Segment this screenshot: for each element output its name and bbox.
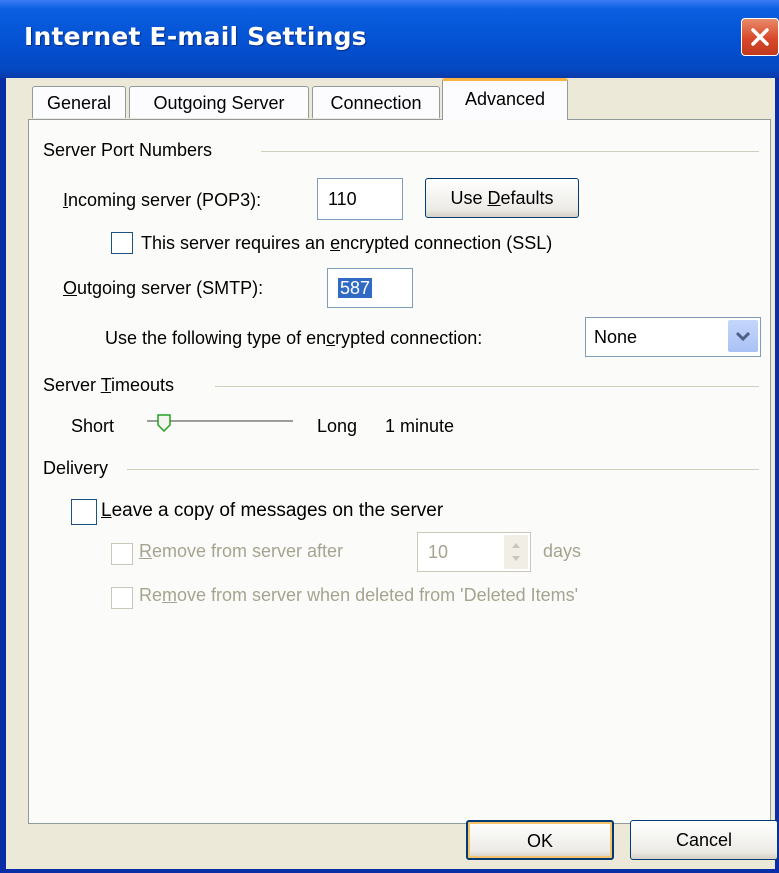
chevron-down-icon (736, 331, 750, 341)
close-icon (751, 28, 769, 46)
encryption-type-select[interactable]: None (585, 317, 761, 357)
remove-deleted-label: Remove from server when deleted from 'De… (139, 585, 579, 605)
days-label: days (543, 541, 582, 561)
timeout-long-label: Long (317, 416, 358, 436)
remove-after-checkbox[interactable] (111, 543, 133, 565)
cancel-button[interactable]: Cancel (630, 820, 778, 860)
timeout-value: 1 minute (385, 416, 455, 436)
dropdown-button[interactable] (728, 320, 758, 352)
slider-thumb-icon[interactable] (157, 414, 171, 432)
outgoing-port-input[interactable]: 587 (327, 268, 413, 308)
incoming-port-input[interactable]: 110 (317, 178, 403, 220)
ok-button[interactable]: OK (466, 820, 614, 860)
timeout-slider[interactable] (147, 412, 297, 436)
outgoing-port-value: 587 (338, 278, 373, 298)
use-defaults-button[interactable]: Use Defaults (425, 178, 579, 218)
section-server-timeouts: Server Timeouts (43, 375, 175, 395)
close-button[interactable] (741, 18, 779, 56)
leave-copy-label: Leave a copy of messages on the server (101, 500, 444, 521)
timeout-short-label: Short (71, 416, 115, 436)
spinner-updown-icon (512, 543, 520, 561)
ssl-checkbox[interactable] (111, 232, 133, 254)
tab-general[interactable]: General (32, 86, 126, 118)
title-bar[interactable]: Internet E-mail Settings (0, 0, 779, 78)
tab-outgoing-server[interactable]: Outgoing Server (129, 86, 309, 118)
section-server-port-numbers: Server Port Numbers (43, 140, 213, 160)
remove-after-days-spinner[interactable]: 10 (417, 532, 531, 572)
encryption-type-value: None (594, 327, 638, 347)
advanced-panel: Server Port Numbers Incoming server (POP… (28, 119, 771, 824)
outgoing-server-label: Outgoing server (SMTP): (63, 278, 264, 298)
incoming-server-label: Incoming server (POP3): (63, 190, 262, 210)
remove-deleted-checkbox[interactable] (111, 587, 133, 609)
dialog-window: Internet E-mail Settings General Outgoin… (0, 0, 779, 873)
tab-connection[interactable]: Connection (312, 86, 440, 118)
divider (127, 469, 759, 470)
encryption-type-label: Use the following type of encrypted conn… (105, 328, 483, 348)
divider (215, 386, 759, 387)
divider (261, 151, 759, 152)
remove-after-days-value: 10 (428, 542, 449, 562)
tab-advanced[interactable]: Advanced (442, 78, 568, 120)
spinner-arrows[interactable] (504, 535, 528, 569)
leave-copy-checkbox[interactable] (71, 499, 97, 525)
section-delivery: Delivery (43, 458, 109, 478)
remove-after-label: Remove from server after (139, 541, 344, 561)
ssl-label: This server requires an encrypted connec… (141, 233, 553, 253)
window-title: Internet E-mail Settings (24, 22, 367, 51)
